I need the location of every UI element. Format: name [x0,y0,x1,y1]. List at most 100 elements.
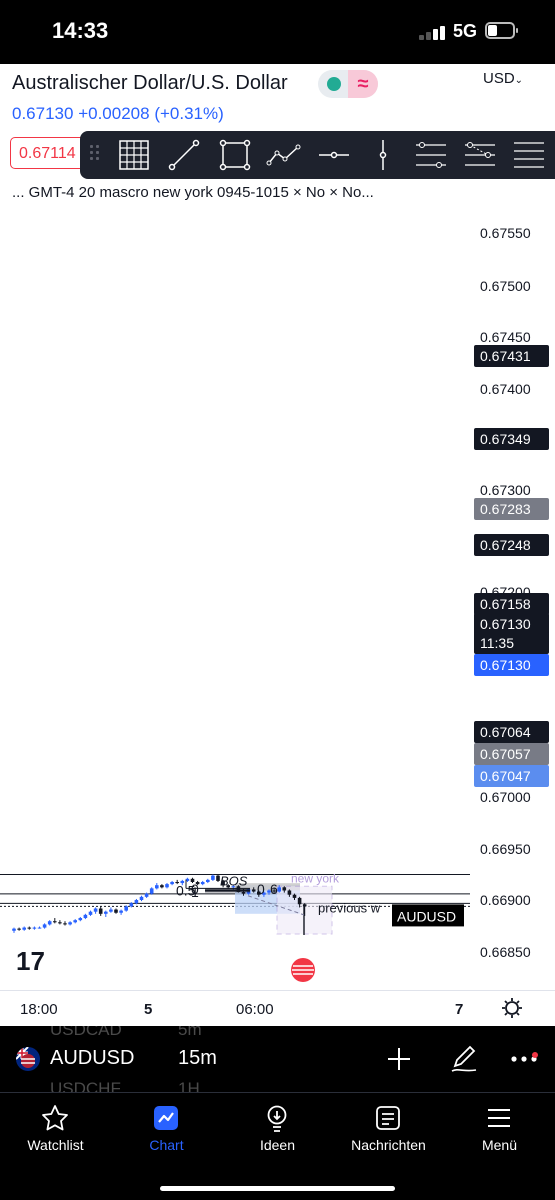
vertical-line-icon[interactable] [365,137,401,173]
price-tag: 0.67130 [480,616,531,632]
rectangle-icon[interactable] [217,137,253,173]
time-label: 7 [455,1001,464,1018]
price-tag: 0.67248 [480,537,531,553]
tradingview-logo: 17 [16,946,45,976]
tab-menu[interactable]: Menü [444,1093,555,1163]
ghost-interval-above: 5m [178,1026,202,1039]
market-status-toggle[interactable]: ≈ [318,70,378,98]
session-label: new york [291,872,340,886]
path-icon[interactable] [266,137,302,173]
candle-body [149,888,154,894]
candle-body [144,893,149,897]
candle-body [277,887,281,892]
price-scale-label: 0.67000 [480,789,531,805]
price-change: +0.00208 [78,104,150,123]
settings-gear-icon[interactable] [501,997,523,1019]
add-icon[interactable] [386,1046,412,1072]
home-indicator [160,1186,395,1191]
candle-body [165,884,169,888]
price-tag: 0.67057 [480,746,531,762]
tab-label: Watchlist [27,1137,84,1153]
candle-body [47,921,52,925]
candle-body [124,906,128,911]
symbol-title[interactable]: Australischer Dollar/U.S. Dollar [12,72,288,95]
price-scale-label: 0.66850 [480,944,531,960]
more-dots-icon[interactable] [510,1052,538,1066]
tab-news[interactable]: Nachrichten [333,1093,444,1163]
ghost-interval-below: 1H [178,1079,200,1092]
fib-level-label: 0 [257,881,265,897]
candle-body [78,918,83,921]
signal-icon [419,24,449,40]
candle-body [160,885,164,888]
time-label: 06:00 [236,1001,274,1018]
tab-ideas[interactable]: Ideen [222,1093,333,1163]
candle-body [88,911,93,915]
price-tag: 0.67130 [480,657,531,673]
price-change-percent: (+0.31%) [154,104,224,123]
tab-label: Menü [481,1137,518,1153]
drawing-toolbar [80,131,555,179]
price-scale-label: 0.67400 [480,381,531,397]
wave-icon: ≈ [348,70,378,98]
candle-body [58,922,62,924]
chevron-down-icon: ⌄ [514,75,524,86]
candle-body [98,908,103,914]
symbol-tag: AUDUSD [397,908,456,924]
price-scale-label: 0.66950 [480,841,531,857]
interval-selector[interactable]: 15m [178,1047,217,1070]
fib-level-label: 6 [270,881,278,897]
status-bar: 14:33 5G [0,0,555,64]
price-scale-label: 0.67500 [480,278,531,294]
time-label: 18:00 [20,1001,58,1018]
tab-chart[interactable]: Chart [111,1093,222,1163]
candle-body [104,911,108,914]
candle-body [37,927,42,929]
candle-body [251,889,256,892]
candle-body [93,908,98,912]
news-icon [376,1106,400,1130]
ghost-symbol-below: USDCHF [50,1079,121,1092]
bos-label: BOS [220,873,248,888]
lightbulb-icon [267,1105,287,1132]
candle-body [53,921,57,923]
candle-body [12,928,16,931]
candle-body [155,885,159,889]
indicator-legend[interactable]: ... GMT-4 20 mascro new york 0945-1015 ×… [12,184,374,201]
price-scale-label: 0.67300 [480,482,531,498]
previous-label: previous w [318,900,381,915]
menu-icon [488,1109,510,1127]
price-tag: 0.67431 [480,348,531,364]
currency-selector[interactable]: USD⌄ [483,70,523,87]
candle-body [170,882,174,885]
fib-extension-icon[interactable] [462,137,498,173]
candle-body [114,909,118,913]
trend-line-icon[interactable] [166,137,202,173]
tab-label: Chart [149,1137,184,1153]
time-axis[interactable]: 18:00 5 06:00 7 [0,990,555,1026]
candle-body [27,927,32,929]
candle-body [109,909,113,912]
tab-watchlist[interactable]: Watchlist [0,1093,111,1163]
pen-draw-icon[interactable] [450,1044,478,1074]
price-scale-label: 0.67550 [480,225,531,241]
menu-lines-icon[interactable] [511,137,547,173]
candle-body [297,897,302,905]
price-change-line: 0.67130 +0.00208 (+0.31%) [12,104,224,124]
horizontal-line-icon[interactable] [316,137,352,173]
candle-body [32,927,37,929]
flag-icon [16,1047,40,1071]
sell-price-button[interactable]: 0.67114 [10,137,90,169]
candle-body [129,903,134,907]
grid-icon[interactable] [116,137,152,173]
drag-handle-icon[interactable] [90,145,100,165]
price-chart[interactable]: BOS00.51 0 6new yorkprevious wAUDUSD17 0.6… [0,200,555,990]
symbol-selector[interactable]: AUDUSD [50,1047,134,1070]
price-scale-label: 0.67450 [480,329,531,345]
candle-body [211,875,215,880]
candle-body [282,887,287,891]
candle-body [63,923,67,925]
tab-label: Ideen [259,1137,296,1153]
fib-retracement-icon[interactable] [413,137,449,173]
candle-body [134,900,139,904]
